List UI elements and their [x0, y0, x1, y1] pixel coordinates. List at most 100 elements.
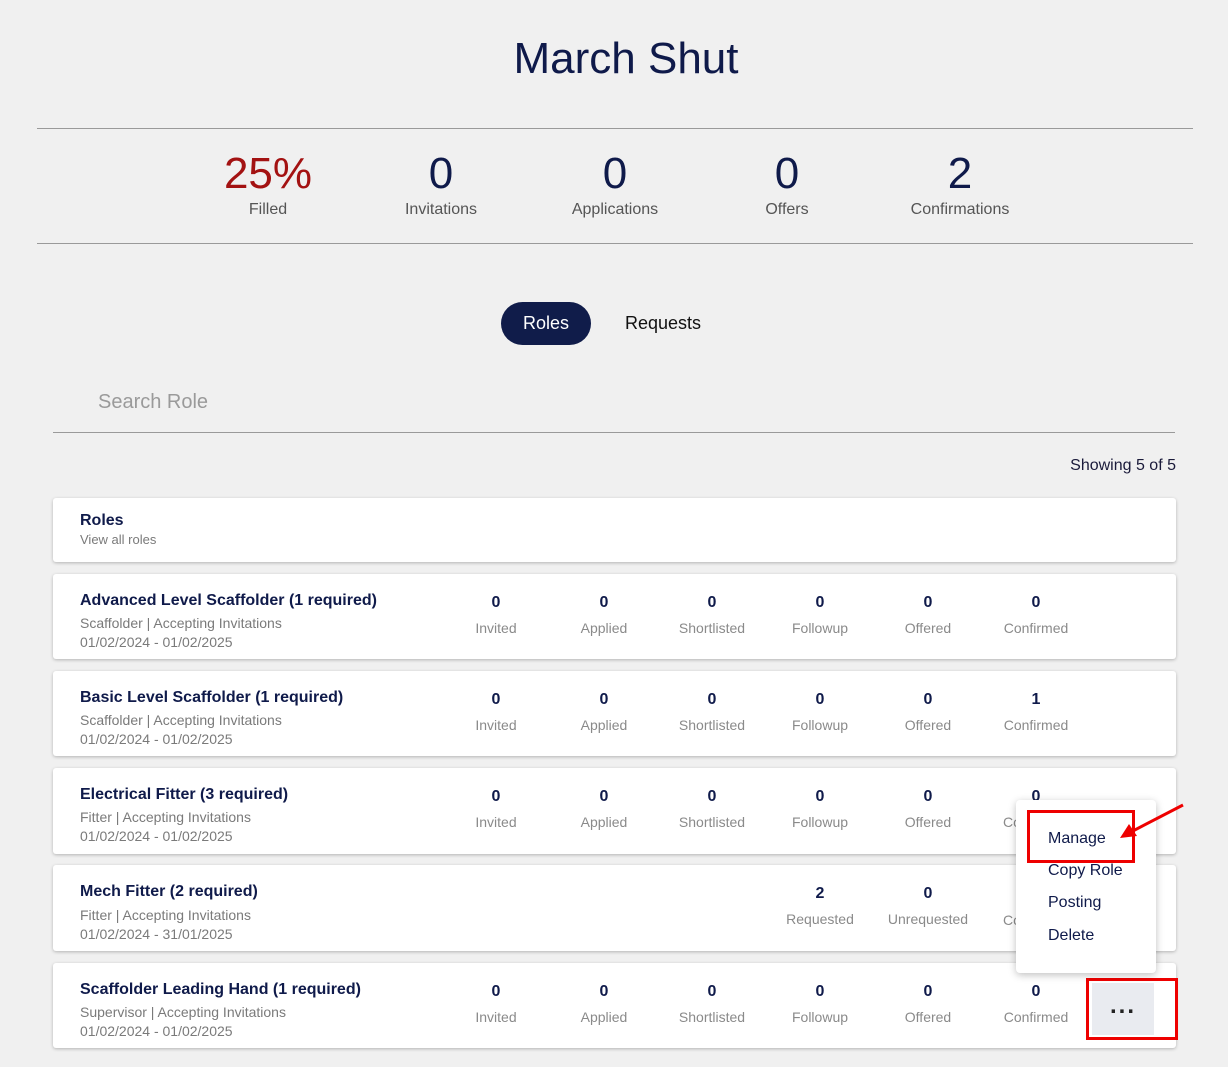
role-card[interactable]: Electrical Fitter (3 required) Fitter | …	[53, 768, 1176, 854]
metric-label: Shortlisted	[678, 620, 746, 636]
stat-offers: 0 Offers	[697, 149, 877, 219]
metric-label: Followup	[791, 717, 849, 733]
role-card[interactable]: Basic Level Scaffolder (1 required) Scaf…	[53, 671, 1176, 756]
role-subtitle: Scaffolder | Accepting Invitations	[80, 712, 282, 728]
metric-followup: 0 Followup	[770, 594, 870, 636]
metric-value: 0	[491, 983, 501, 1000]
metric-label: Followup	[791, 620, 849, 636]
metric-value: 0	[923, 691, 933, 708]
stat-filled: 25% Filled	[178, 149, 358, 219]
metric-shortlisted: 0 Shortlisted	[662, 691, 762, 733]
highlight-box	[1086, 978, 1178, 1040]
metric-label: Invited	[475, 814, 517, 830]
metric-value: 0	[599, 983, 609, 1000]
menu-item-copy-role[interactable]: Copy Role	[1048, 862, 1123, 880]
metric-value: 0	[491, 691, 501, 708]
role-card[interactable]: Scaffolder Leading Hand (1 required) Sup…	[53, 963, 1176, 1048]
metric-value: 0	[599, 594, 609, 611]
roles-header-card[interactable]: Roles View all roles	[53, 498, 1176, 562]
metric-offered: 0 Offered	[878, 788, 978, 830]
role-card[interactable]: Advanced Level Scaffolder (1 required) S…	[53, 574, 1176, 659]
metric-value: 0	[707, 691, 717, 708]
metric-value: 0	[599, 788, 609, 805]
metric-shortlisted: 0 Shortlisted	[662, 983, 762, 1025]
role-dates: 01/02/2024 - 01/02/2025	[80, 1023, 233, 1039]
metric-label: Applied	[580, 814, 628, 830]
stat-confirmations: 2 Confirmations	[870, 149, 1050, 219]
menu-item-posting[interactable]: Posting	[1048, 894, 1101, 912]
role-card[interactable]: Mech Fitter (2 required) Fitter | Accept…	[53, 865, 1176, 951]
metric-requested: 2 Requested	[770, 885, 870, 927]
tab-roles[interactable]: Roles	[501, 302, 592, 345]
metric-followup: 0 Followup	[770, 788, 870, 830]
metric-value: 0	[707, 594, 717, 611]
metric-offered: 0 Offered	[878, 983, 978, 1025]
results-count: Showing 5 of 5	[1070, 457, 1176, 474]
metric-label: Shortlisted	[678, 717, 746, 733]
metric-label: Confirmed	[1003, 717, 1069, 733]
metric-invited: 0 Invited	[446, 691, 546, 733]
metric-label: Offered	[904, 620, 952, 636]
stat-confirmations-label: Confirmations	[910, 201, 1010, 218]
role-dates: 01/02/2024 - 01/02/2025	[80, 731, 233, 747]
menu-item-delete[interactable]: Delete	[1048, 927, 1094, 945]
pointer-arrow-icon	[1120, 803, 1184, 838]
metric-value: 0	[815, 594, 825, 611]
metric-shortlisted: 0 Shortlisted	[662, 788, 762, 830]
metric-label: Offered	[904, 717, 952, 733]
search-bar	[53, 376, 1175, 433]
search-input[interactable]	[96, 386, 700, 418]
role-subtitle: Scaffolder | Accepting Invitations	[80, 615, 282, 631]
metric-label: Applied	[580, 620, 628, 636]
metric-confirmed: 1 Confirmed	[986, 691, 1086, 733]
metric-value: 0	[1031, 983, 1041, 1000]
metric-label: Shortlisted	[678, 1009, 746, 1025]
stat-offers-value: 0	[774, 149, 800, 198]
metric-label: Invited	[475, 717, 517, 733]
metric-value: 0	[815, 788, 825, 805]
metric-followup: 0 Followup	[770, 983, 870, 1025]
metric-label: Followup	[791, 1009, 849, 1025]
stat-applications-label: Applications	[571, 201, 659, 218]
stat-filled-value: 25%	[223, 149, 313, 198]
metric-applied: 0 Applied	[554, 788, 654, 830]
metric-value: 0	[491, 594, 501, 611]
metric-label: Shortlisted	[678, 814, 746, 830]
metric-applied: 0 Applied	[554, 983, 654, 1025]
role-dates: 01/02/2024 - 01/02/2025	[80, 828, 233, 844]
metric-value: 1	[1031, 691, 1041, 708]
tab-requests[interactable]: Requests	[603, 302, 723, 345]
metric-offered: 0 Offered	[878, 691, 978, 733]
metric-label: Offered	[904, 814, 952, 830]
role-dates: 01/02/2024 - 31/01/2025	[80, 926, 233, 942]
metric-label: Unrequested	[887, 911, 969, 927]
metric-label: Confirmed	[1003, 1009, 1069, 1025]
stat-invitations-label: Invitations	[404, 201, 478, 218]
metric-value: 0	[923, 885, 933, 902]
metric-value: 0	[491, 788, 501, 805]
metric-offered: 0 Offered	[878, 594, 978, 636]
role-subtitle: Supervisor | Accepting Invitations	[80, 1004, 286, 1020]
metric-invited: 0 Invited	[446, 788, 546, 830]
metric-label: Requested	[786, 911, 854, 927]
role-title: Advanced Level Scaffolder (1 required)	[80, 592, 377, 609]
role-subtitle: Fitter | Accepting Invitations	[80, 907, 251, 923]
metric-label: Invited	[475, 1009, 517, 1025]
stat-invitations: 0 Invitations	[351, 149, 531, 219]
metric-followup: 0 Followup	[770, 691, 870, 733]
role-title: Scaffolder Leading Hand (1 required)	[80, 981, 361, 998]
metric-applied: 0 Applied	[554, 691, 654, 733]
page-title: March Shut	[513, 34, 739, 83]
role-title: Basic Level Scaffolder (1 required)	[80, 689, 344, 706]
metric-label: Invited	[475, 620, 517, 636]
metric-applied: 0 Applied	[554, 594, 654, 636]
metric-value: 0	[707, 983, 717, 1000]
metric-label: Applied	[580, 717, 628, 733]
role-dates: 01/02/2024 - 01/02/2025	[80, 634, 233, 650]
stat-offers-label: Offers	[765, 201, 809, 218]
metric-invited: 0 Invited	[446, 983, 546, 1025]
stat-applications: 0 Applications	[525, 149, 705, 219]
metric-label: Offered	[904, 1009, 952, 1025]
stat-applications-value: 0	[602, 149, 628, 198]
metric-value: 2	[815, 885, 825, 902]
